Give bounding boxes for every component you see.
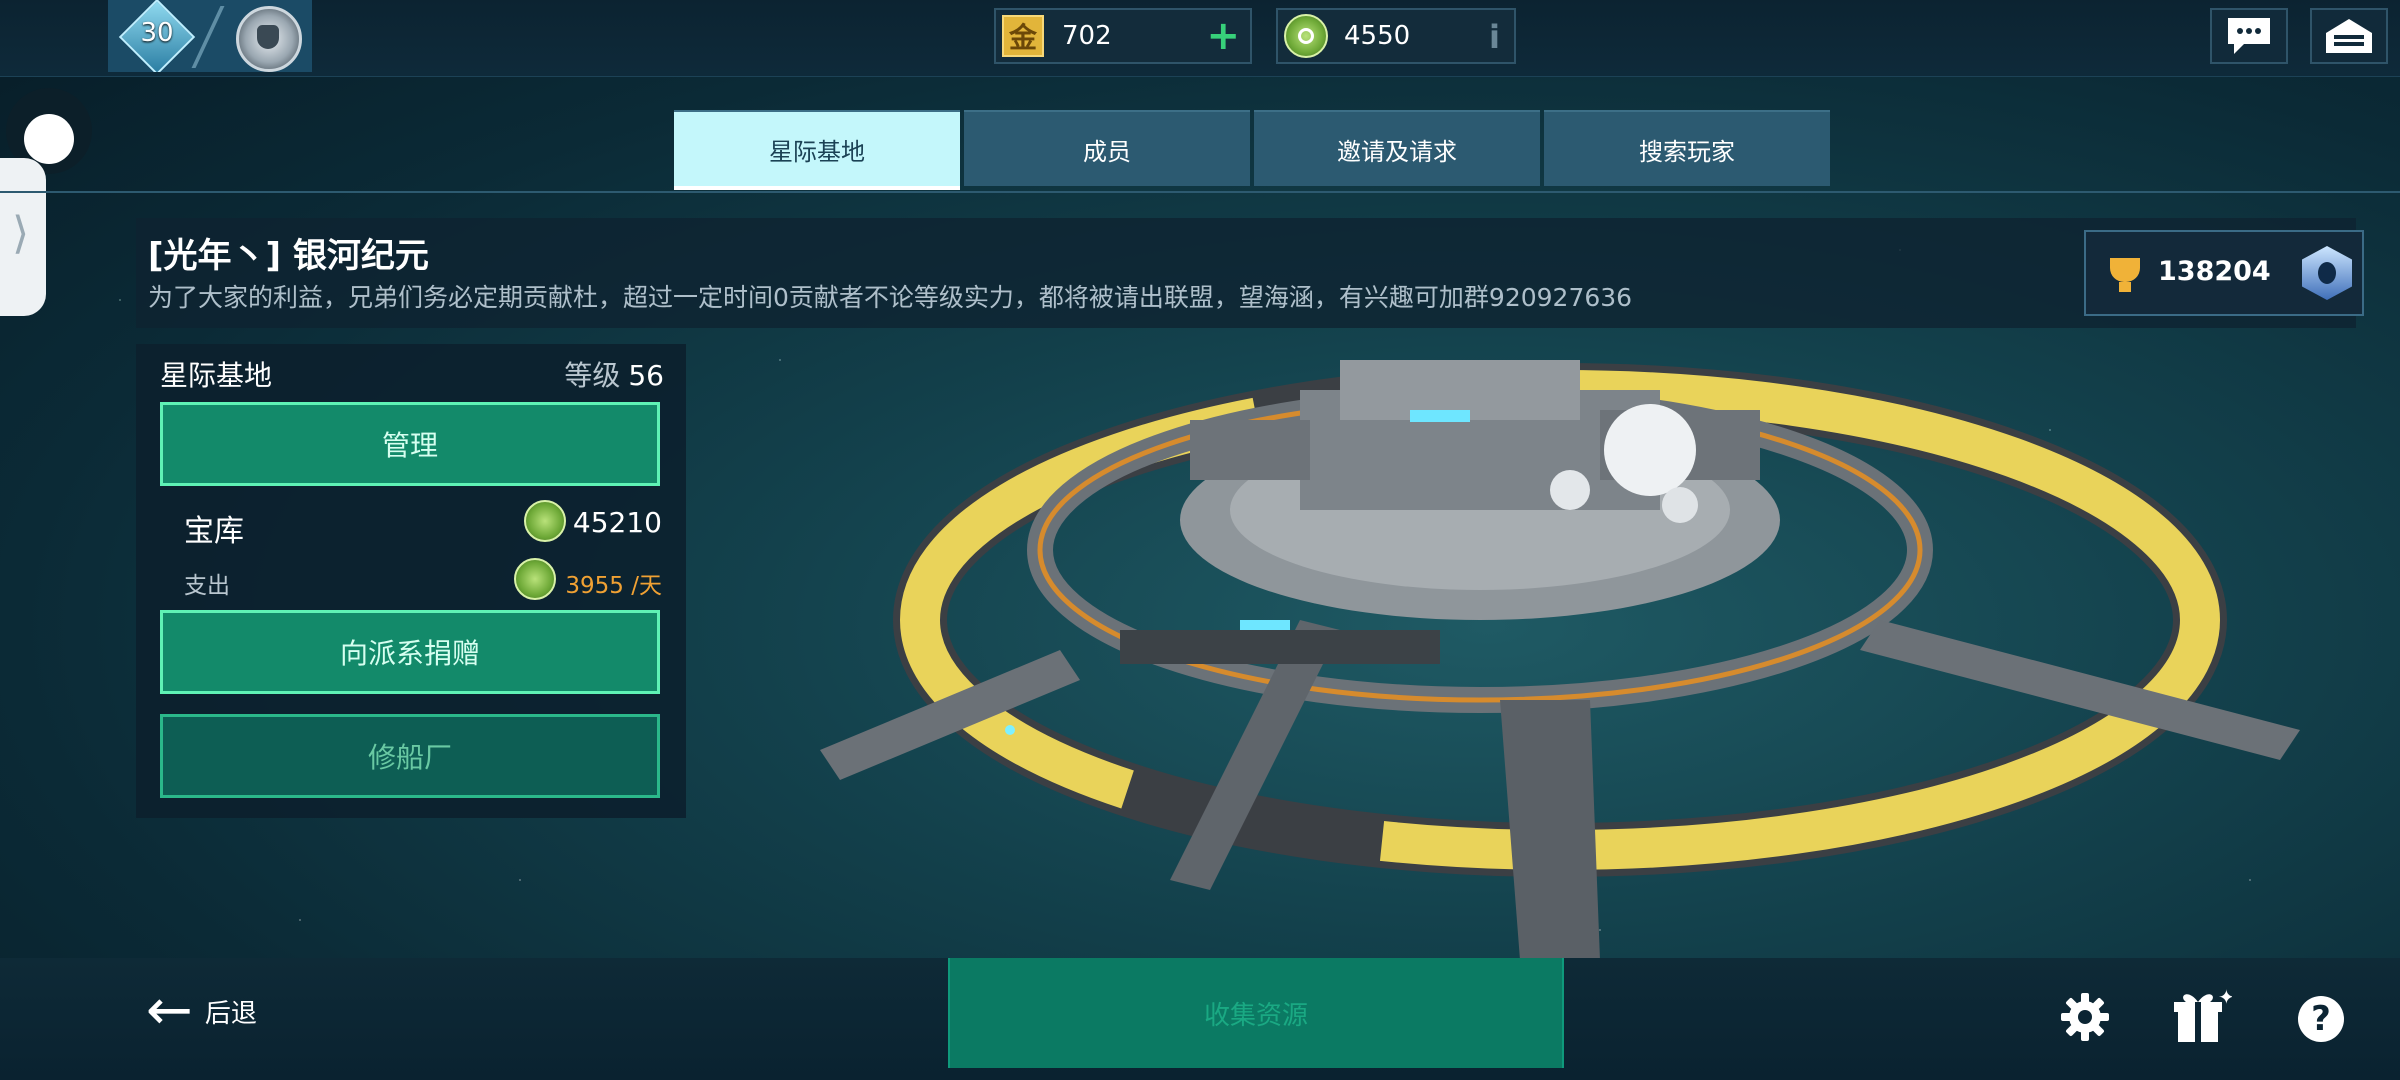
- base-level-value: 56: [628, 359, 664, 392]
- tab-star-base[interactable]: 星际基地: [674, 110, 960, 190]
- base-level: 等级 56: [564, 354, 664, 394]
- back-arrow-icon: ←: [146, 978, 193, 1043]
- alloy-icon: [1284, 14, 1328, 58]
- tab-bar: 星际基地 成员 邀请及请求 搜索玩家: [674, 110, 1830, 190]
- back-label: 后退: [204, 998, 257, 1029]
- side-indicator-dot: [24, 114, 74, 164]
- alloy-resource: 4550 i: [1276, 8, 1516, 64]
- divider: [191, 6, 225, 68]
- player-level-block[interactable]: 30: [108, 0, 312, 72]
- gold-resource: 金 702 +: [994, 8, 1252, 64]
- settings-gear-icon[interactable]: [2060, 992, 2110, 1042]
- base-info-panel: 星际基地 等级 56 管理 宝库 45210 支出 3955 /天 向派系捐赠 修…: [136, 344, 686, 818]
- base-level-label: 等级: [564, 359, 621, 392]
- expense-label: 支出: [184, 573, 230, 599]
- add-gold-icon[interactable]: +: [1206, 16, 1240, 56]
- vault-value: 45210: [572, 506, 662, 539]
- chat-button[interactable]: [2210, 8, 2288, 64]
- base-button[interactable]: [2310, 8, 2388, 64]
- chevron-right-icon: ⟩: [12, 208, 30, 259]
- help-icon[interactable]: ?: [2298, 996, 2344, 1042]
- tab-invites-requests[interactable]: 邀请及请求: [1254, 110, 1540, 186]
- rank-badge-icon: [2302, 246, 2352, 300]
- donate-button[interactable]: 向派系捐赠: [160, 610, 660, 694]
- top-bar: 30 金 702 + 4550 i: [0, 0, 2400, 77]
- shipyard-button[interactable]: 修船厂: [160, 714, 660, 798]
- hangar-icon: [2326, 19, 2372, 53]
- svg-text:✦: ✦: [2218, 986, 2232, 1009]
- alliance-description: 为了大家的利益，兄弟们务必定期贡献杜，超过一定时间0贡献者不论等级实力，都将被请…: [148, 283, 1633, 312]
- tab-divider-line: [0, 191, 2400, 193]
- alloy-icon: [524, 500, 566, 542]
- back-button[interactable]: ← 后退: [146, 978, 257, 1043]
- alloy-value: 4550: [1344, 21, 1411, 51]
- collect-resources-button[interactable]: 收集资源: [948, 958, 1564, 1068]
- trophy-icon: [2110, 258, 2140, 292]
- player-level: 30: [140, 18, 174, 48]
- trophy-value: 138204: [2158, 256, 2271, 287]
- chat-icon: [2228, 18, 2270, 54]
- space-station-illustration: [820, 360, 2300, 960]
- alliance-header: [光年丶] 银河纪元 为了大家的利益，兄弟们务必定期贡献杜，超过一定时间0贡献者…: [136, 218, 2356, 328]
- manage-button[interactable]: 管理: [160, 402, 660, 486]
- alloy-icon: [514, 558, 556, 600]
- info-icon[interactable]: i: [1489, 18, 1500, 56]
- gold-value: 702: [1062, 21, 1112, 51]
- vault-label: 宝库: [184, 514, 244, 549]
- panel-title: 星际基地: [160, 359, 273, 392]
- gift-icon[interactable]: ✦: [2172, 986, 2232, 1046]
- tab-search-players[interactable]: 搜索玩家: [1544, 110, 1830, 186]
- alliance-name: [光年丶] 银河纪元: [148, 236, 429, 276]
- alliance-emblem-icon[interactable]: [236, 6, 302, 72]
- alliance-trophies[interactable]: 138204: [2084, 230, 2364, 316]
- expense-value: 3955 /天: [565, 573, 662, 599]
- gold-icon: 金: [1002, 15, 1044, 57]
- tab-members[interactable]: 成员: [964, 110, 1250, 186]
